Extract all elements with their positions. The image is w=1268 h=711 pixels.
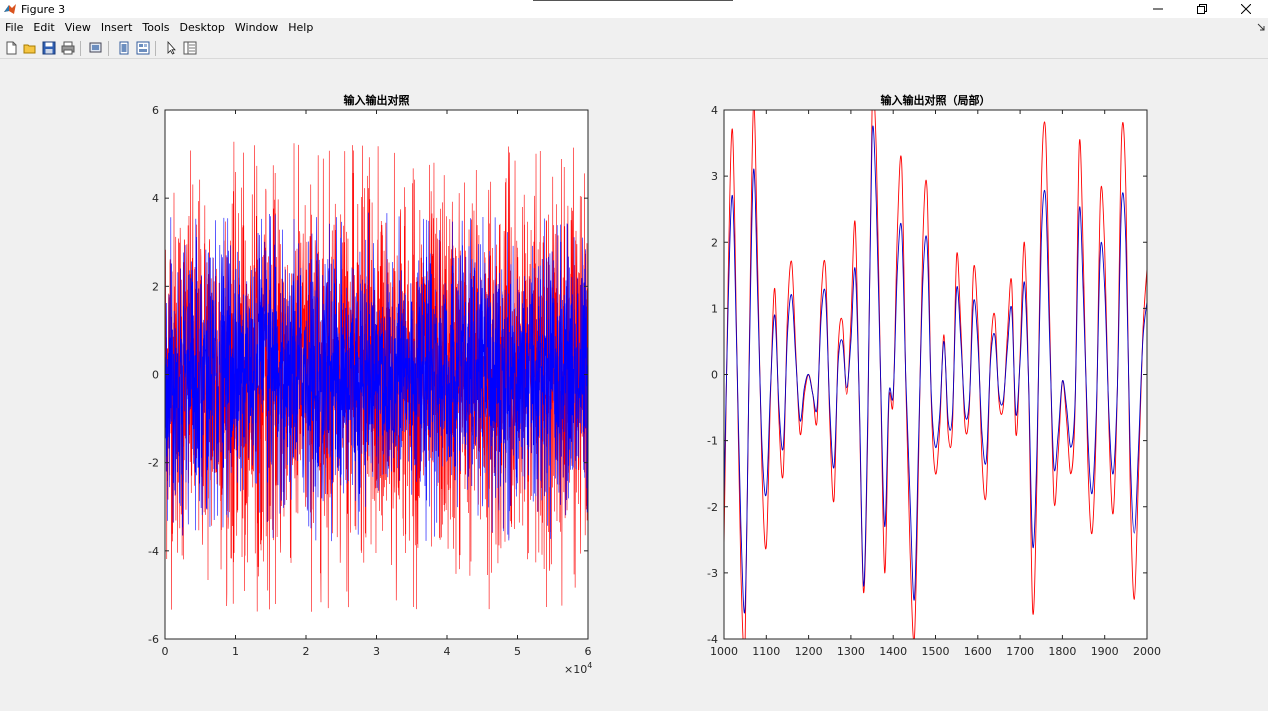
axes-right-background [724,110,1147,639]
axes-left-ytick-label: 0 [152,369,159,382]
axes-left-ytick-label: -6 [148,633,159,646]
axes-right-title: 输入输出对照（局部） [881,93,991,107]
axes-right-xtick-label: 1800 [1048,645,1076,658]
axes-left-xtick-label: 5 [514,645,521,658]
axes-left-xtick-label: 2 [303,645,310,658]
axes-left-ytick-label: 4 [152,192,159,205]
axes-left-ytick-label: -2 [148,457,159,470]
axes-right-xtick-label: 2000 [1133,645,1161,658]
axes-right-ytick-label: 0 [711,369,718,382]
axes-right-xtick-label: 1500 [922,645,950,658]
axes-left[interactable]: 0 1 2 3 4 5 6-6-4-20246 输入输出对照 ×104 [148,93,592,676]
axes-right-ytick-label: 2 [711,236,718,249]
axes-right-xtick-label: 1000 [710,645,738,658]
axes-right-ytick-label: -3 [707,567,718,580]
axes-right-xtick-label: 1700 [1006,645,1034,658]
axes-left-ytick-label: 6 [152,104,159,117]
axes-right-ytick-label: -4 [707,633,718,646]
axes-right-ytick-label: 3 [711,170,718,183]
axes-right-ytick-label: 4 [711,104,718,117]
exponent-power: 4 [587,661,592,670]
axes-right-xtick-label: 1900 [1091,645,1119,658]
axes-right-ytick-label: 1 [711,302,718,315]
axes-right-xtick-label: 1300 [837,645,865,658]
axes-left-title: 输入输出对照 [344,93,410,107]
axes-left-xtick-label: 6 [585,645,592,658]
axes-left-exponent: ×104 [564,661,592,676]
axes-right-ytick-label: -2 [707,501,718,514]
axes-left-xtick-label: 1 [232,645,239,658]
axes-right-xtick-label: 1600 [964,645,992,658]
figure-canvas: 0 1 2 3 4 5 6-6-4-20246 输入输出对照 ×104 1000 1100 12… [148,90,1161,676]
axes-right-xtick-label: 1400 [879,645,907,658]
exponent-base: ×10 [564,663,587,676]
axes-right-xtick-label: 1200 [795,645,823,658]
axes-left-xtick-label: 0 [162,645,169,658]
axes-left-xtick-label: 4 [444,645,451,658]
axes-right-ytick-label: -1 [707,435,718,448]
axes-left-ytick-label: -4 [148,545,159,558]
axes-left-ytick-label: 2 [152,280,159,293]
axes-right[interactable]: 1000 1100 1200 1300 1400 1500 1600 1700 1800 1900… [707,90,1161,658]
axes-left-xtick-label: 3 [373,645,380,658]
axes-right-xtick-label: 1100 [752,645,780,658]
